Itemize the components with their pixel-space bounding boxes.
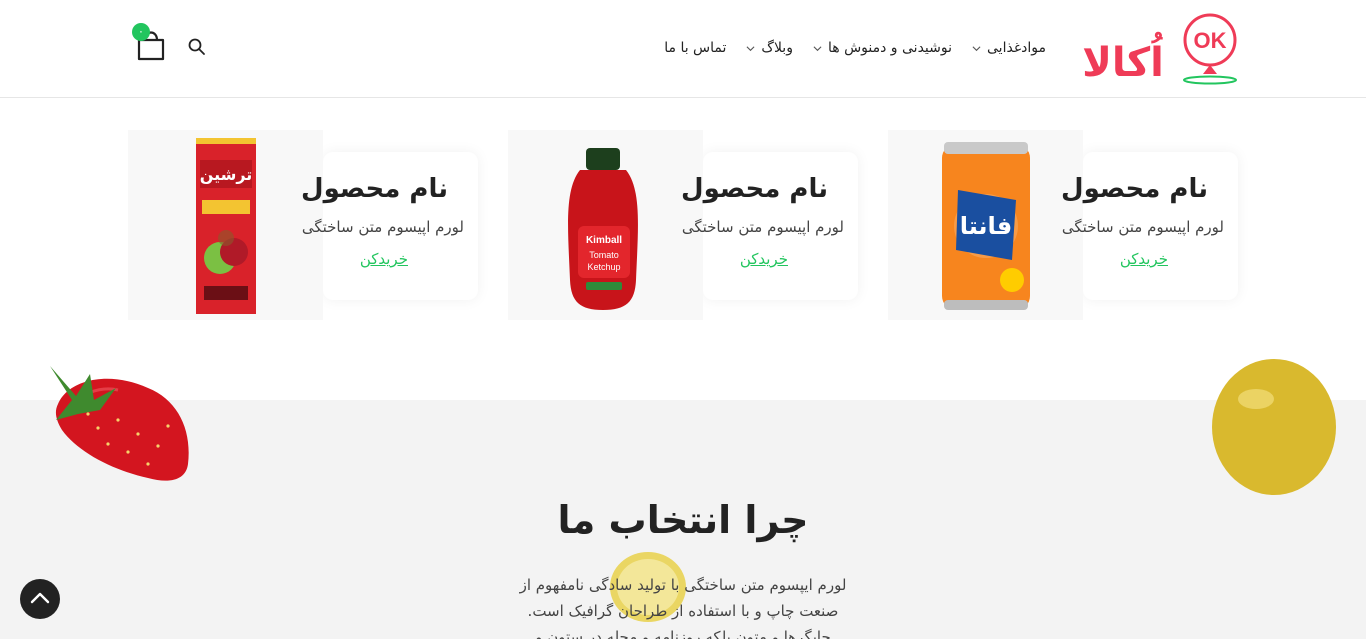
product-card: ترشین نام محصول لورم اپیسوم متن ساختگی خ… bbox=[128, 130, 478, 320]
svg-text:OK: OK bbox=[1194, 28, 1227, 53]
nav-item-blog[interactable]: وبلاگ bbox=[746, 40, 793, 56]
svg-text:ترشین: ترشین bbox=[200, 165, 253, 184]
search-icon[interactable] bbox=[187, 37, 207, 57]
back-to-top-button[interactable] bbox=[20, 579, 60, 619]
svg-text:Tomato: Tomato bbox=[589, 250, 619, 260]
chevron-down-icon bbox=[813, 45, 822, 51]
buy-link[interactable]: خریدکن bbox=[740, 250, 788, 268]
product-title: نام محصول bbox=[301, 174, 448, 204]
svg-text:Kimball: Kimball bbox=[586, 235, 622, 246]
why-us-text: لورم ایپسوم متن ساختگی با تولید سادگی نا… bbox=[519, 576, 847, 639]
fruit-roll-box-image: ترشین bbox=[196, 138, 256, 314]
nav-item-food[interactable]: موادغذایی bbox=[972, 40, 1046, 56]
chevron-down-icon bbox=[972, 45, 981, 51]
site-logo[interactable]: OK اُکالا bbox=[1068, 12, 1240, 86]
svg-text:Ketchup: Ketchup bbox=[587, 262, 620, 272]
product-description: لورم اپیسوم متن ساختگی bbox=[301, 218, 464, 236]
why-us-title: چرا انتخاب ما bbox=[557, 498, 809, 542]
product-card: Kimball Tomato Ketchup نام محصول لورم اپ… bbox=[508, 130, 858, 320]
nav-label: موادغذایی bbox=[987, 40, 1046, 56]
product-title: نام محصول bbox=[681, 174, 828, 204]
cart-count-badge: ۰ bbox=[132, 23, 150, 41]
logo-text: اُکالا bbox=[1082, 31, 1164, 86]
fanta-can-image: فانتا bbox=[942, 142, 1030, 310]
product-image-box[interactable]: ترشین bbox=[128, 130, 323, 320]
product-description: لورم اپیسوم متن ساختگی bbox=[1061, 218, 1224, 236]
nav-item-drinks[interactable]: نوشیدنی و دمنوش ها bbox=[813, 40, 952, 56]
lemon-image bbox=[1212, 359, 1336, 495]
chevron-down-icon bbox=[746, 45, 755, 51]
product-image-box[interactable]: Kimball Tomato Ketchup bbox=[508, 130, 703, 320]
product-card: فانتا نام محصول لورم اپیسوم متن ساختگی خ… bbox=[888, 130, 1238, 320]
ketchup-bottle-image: Kimball Tomato Ketchup bbox=[568, 148, 638, 310]
nav-label: نوشیدنی و دمنوش ها bbox=[827, 40, 953, 56]
nav-label: تماس با ما bbox=[664, 40, 727, 56]
buy-link[interactable]: خریدکن bbox=[1120, 250, 1168, 268]
product-description: لورم اپیسوم متن ساختگی bbox=[681, 218, 844, 236]
product-image-box[interactable]: فانتا bbox=[888, 130, 1083, 320]
nav-item-contact[interactable]: تماس با ما bbox=[664, 40, 726, 56]
strawberry-image bbox=[50, 366, 189, 481]
product-title: نام محصول bbox=[1061, 174, 1208, 204]
main-nav: موادغذایی نوشیدنی و دمنوش ها وبلاگ تماس … bbox=[664, 36, 1046, 60]
nav-label: وبلاگ bbox=[761, 40, 793, 56]
svg-text:فانتا: فانتا bbox=[960, 212, 1013, 240]
site-header: OK اُکالا موادغذایی نوشیدنی و دمنوش ها و… bbox=[0, 0, 1366, 98]
buy-link[interactable]: خریدکن bbox=[360, 250, 408, 268]
chevron-up-icon bbox=[30, 592, 50, 604]
